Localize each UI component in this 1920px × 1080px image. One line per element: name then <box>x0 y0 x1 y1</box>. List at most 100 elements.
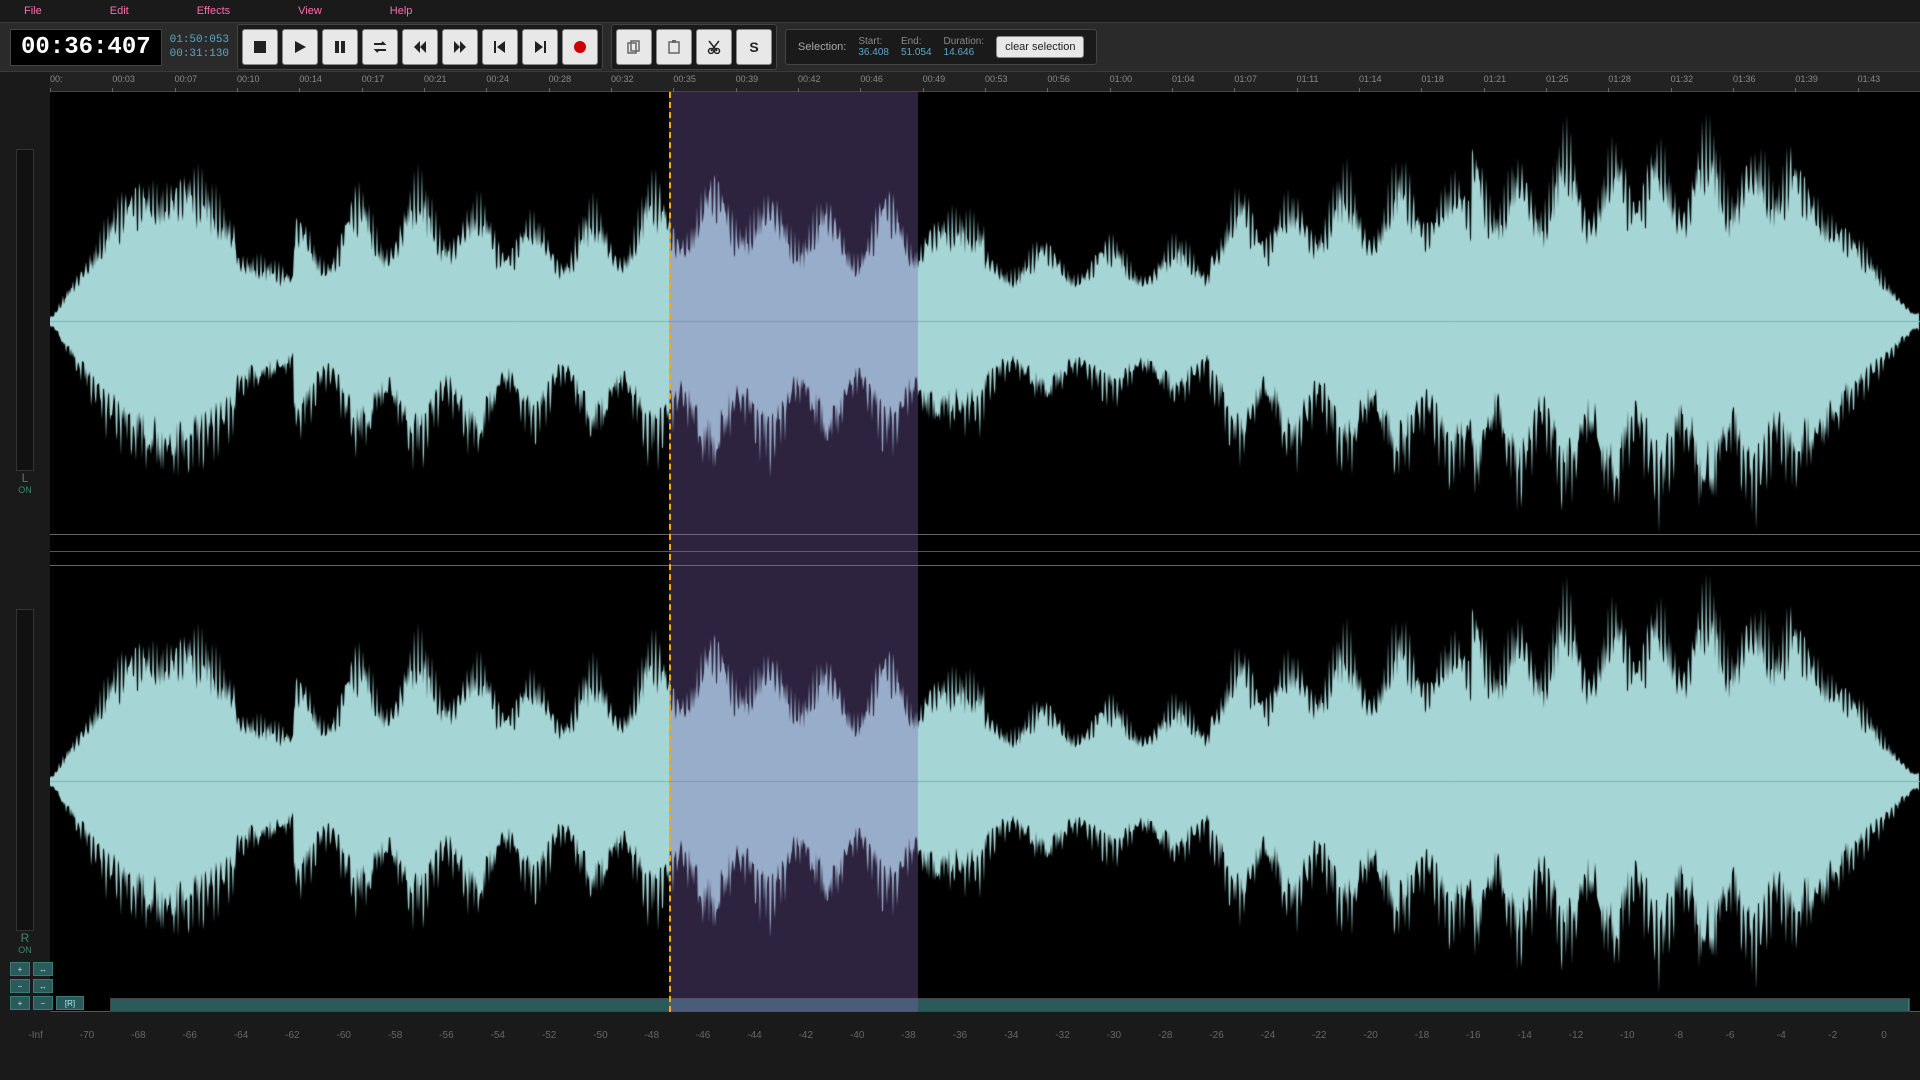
menu-view[interactable]: View <box>284 1 336 21</box>
pause-button[interactable] <box>322 29 358 65</box>
db-tick: -4 <box>1756 1030 1807 1050</box>
menu-edit[interactable]: Edit <box>96 1 143 21</box>
meter-right <box>16 609 34 931</box>
fastforward-button[interactable] <box>442 29 478 65</box>
db-tick: -20 <box>1345 1030 1396 1050</box>
db-tick: -36 <box>934 1030 985 1050</box>
copy-button[interactable] <box>616 29 652 65</box>
zoom-controls: + ↔ − ↔ + − [R] <box>10 962 84 1010</box>
ruler-tick: 01:43 <box>1858 74 1881 84</box>
db-tick: -22 <box>1294 1030 1345 1050</box>
ruler-tick: 01:32 <box>1671 74 1694 84</box>
stop-button[interactable] <box>242 29 278 65</box>
db-tick: -44 <box>729 1030 780 1050</box>
time-ruler[interactable]: 00:00:0300:0700:1000:1400:1700:2100:2400… <box>50 72 1920 92</box>
ruler-tick: 00:46 <box>860 74 883 84</box>
play-button[interactable] <box>282 29 318 65</box>
ruler-tick: 01:36 <box>1733 74 1756 84</box>
zoom-in-v-button[interactable]: + <box>10 962 30 976</box>
skip-back-button[interactable] <box>482 29 518 65</box>
ruler-tick: 00:14 <box>299 74 322 84</box>
channel-right-on: ON <box>18 945 32 955</box>
selection-duration-value: 14.646 <box>944 47 985 58</box>
db-tick: -38 <box>883 1030 934 1050</box>
db-tick: -54 <box>472 1030 523 1050</box>
clear-selection-button[interactable]: clear selection <box>996 36 1084 58</box>
ruler-tick: 00:28 <box>549 74 572 84</box>
ruler-tick: 00:32 <box>611 74 634 84</box>
db-tick: -50 <box>575 1030 626 1050</box>
channel-left[interactable]: L ON <box>0 92 50 552</box>
time-display-side: 01:50:053 00:31:130 <box>170 34 229 60</box>
db-tick: -10 <box>1602 1030 1653 1050</box>
cut-button[interactable] <box>696 29 732 65</box>
rewind-button[interactable] <box>402 29 438 65</box>
db-tick: -60 <box>318 1030 369 1050</box>
channel-labels: L ON R ON <box>0 92 50 1012</box>
selection-info: Selection: Start: 36.408 End: 51.054 Dur… <box>785 29 1097 65</box>
selection-end-label: End: <box>901 36 932 47</box>
meter-left <box>16 149 34 471</box>
s-button[interactable]: S <box>736 29 772 65</box>
channel-left-label: L <box>22 471 29 485</box>
waveform-area: L ON R ON <box>0 92 1920 1012</box>
zoom-out-v-button[interactable]: − <box>10 979 30 993</box>
waveform-right-track[interactable] <box>50 552 1920 1012</box>
ruler-tick: 01:18 <box>1421 74 1444 84</box>
channel-right[interactable]: R ON <box>0 552 50 1012</box>
record-button[interactable] <box>562 29 598 65</box>
menu-effects[interactable]: Effects <box>183 1 244 21</box>
db-tick: -32 <box>1037 1030 1088 1050</box>
db-tick: -18 <box>1396 1030 1447 1050</box>
db-tick: -30 <box>1088 1030 1139 1050</box>
selection-end-value: 51.054 <box>901 47 932 58</box>
menu-help[interactable]: Help <box>376 1 427 21</box>
db-tick: -16 <box>1448 1030 1499 1050</box>
ruler-tick: 01:07 <box>1234 74 1257 84</box>
ruler-tick: 00:56 <box>1047 74 1070 84</box>
waveform-canvas-container[interactable] <box>50 92 1920 1012</box>
db-tick: -46 <box>677 1030 728 1050</box>
waveform-left-track[interactable] <box>50 92 1920 552</box>
ruler-tick: 01:14 <box>1359 74 1382 84</box>
db-tick: -14 <box>1499 1030 1550 1050</box>
channel-left-on: ON <box>18 485 32 495</box>
db-scale: -Inf-70-68-66-64-62-60-58-56-54-52-50-48… <box>10 1030 1910 1050</box>
zoom-sel-button[interactable]: − <box>33 996 53 1010</box>
paste-button[interactable] <box>656 29 692 65</box>
ruler-tick: 01:00 <box>1110 74 1133 84</box>
ruler-tick: 00:10 <box>237 74 260 84</box>
db-tick: -12 <box>1550 1030 1601 1050</box>
loop-button[interactable] <box>362 29 398 65</box>
db-tick: -6 <box>1704 1030 1755 1050</box>
horizontal-scrollbar[interactable] <box>110 998 1910 1012</box>
db-tick: -34 <box>986 1030 1037 1050</box>
fit-v2-button[interactable]: ↔ <box>33 979 53 993</box>
db-tick: -Inf <box>10 1030 61 1050</box>
db-tick: -56 <box>421 1030 472 1050</box>
db-tick: -28 <box>1140 1030 1191 1050</box>
selection-label: Selection: <box>798 41 846 53</box>
ruler-tick: 00:07 <box>175 74 198 84</box>
ruler-tick: 01:04 <box>1172 74 1195 84</box>
edit-group: S <box>611 24 777 70</box>
fit-v-button[interactable]: ↔ <box>33 962 53 976</box>
r-button[interactable]: [R] <box>56 996 84 1010</box>
ruler-tick: 00:39 <box>736 74 759 84</box>
menubar: File Edit Effects View Help <box>0 0 1920 22</box>
db-tick: -8 <box>1653 1030 1704 1050</box>
ruler-tick: 01:39 <box>1795 74 1818 84</box>
ruler-tick: 00:49 <box>923 74 946 84</box>
zoom-full-button[interactable]: + <box>10 996 30 1010</box>
skip-forward-button[interactable] <box>522 29 558 65</box>
db-tick: -40 <box>832 1030 883 1050</box>
ruler-tick: 01:25 <box>1546 74 1569 84</box>
db-tick: -64 <box>215 1030 266 1050</box>
selection-start-label: Start: <box>858 36 889 47</box>
ruler-tick: 00: <box>50 74 63 84</box>
scroll-thumb[interactable] <box>111 999 1909 1011</box>
ruler-tick: 00:21 <box>424 74 447 84</box>
time-remaining: 00:31:130 <box>170 48 229 60</box>
db-tick: -42 <box>780 1030 831 1050</box>
menu-file[interactable]: File <box>10 1 56 21</box>
